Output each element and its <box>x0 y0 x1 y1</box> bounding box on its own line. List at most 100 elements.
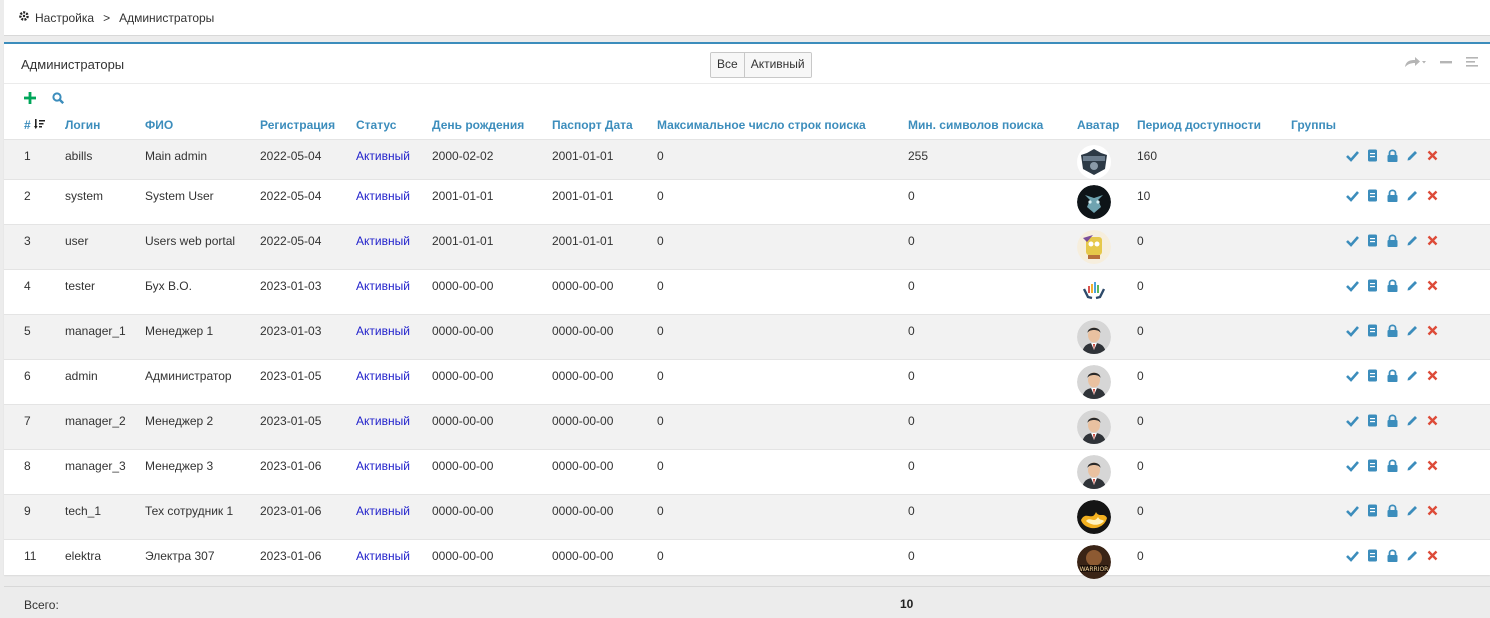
check-icon[interactable] <box>1346 414 1359 427</box>
sort-desc-icon[interactable] <box>34 118 46 132</box>
lock-icon[interactable] <box>1386 278 1399 292</box>
document-icon[interactable] <box>1366 549 1379 562</box>
pencil-icon[interactable] <box>1406 279 1419 292</box>
status-link[interactable]: Активный <box>356 279 410 293</box>
delete-icon[interactable] <box>1426 324 1439 337</box>
status-link[interactable]: Активный <box>356 324 410 338</box>
status-link[interactable]: Активный <box>356 459 410 473</box>
lock-icon[interactable] <box>1386 458 1399 472</box>
check-icon[interactable] <box>1346 459 1359 472</box>
delete-icon[interactable] <box>1426 369 1439 382</box>
hands-avatar <box>1077 274 1111 309</box>
lock-icon[interactable] <box>1386 503 1399 517</box>
column-login[interactable]: Логин <box>65 112 145 139</box>
column-fio[interactable]: ФИО <box>145 112 260 139</box>
pencil-icon[interactable] <box>1406 549 1419 562</box>
status-link[interactable]: Активный <box>356 504 410 518</box>
document-icon[interactable] <box>1366 459 1379 472</box>
pencil-icon[interactable] <box>1406 234 1419 247</box>
document-icon[interactable] <box>1366 369 1379 382</box>
delete-icon[interactable] <box>1426 189 1439 202</box>
share-icon[interactable] <box>1404 56 1426 68</box>
cell-registration: 2022-05-04 <box>260 188 322 203</box>
search-icon[interactable] <box>52 92 65 107</box>
man-avatar <box>1077 319 1111 354</box>
column-id[interactable]: # <box>4 112 65 139</box>
column-groups[interactable]: Группы <box>1291 112 1346 139</box>
pencil-icon[interactable] <box>1406 324 1419 337</box>
column-avatar[interactable]: Аватар <box>1077 112 1137 139</box>
cell-birthday: 2000-02-02 <box>432 139 552 179</box>
gear-icon <box>18 10 30 25</box>
menu-icon[interactable] <box>1466 56 1478 68</box>
status-link[interactable]: Активный <box>356 189 410 203</box>
check-icon[interactable] <box>1346 504 1359 517</box>
lock-icon[interactable] <box>1386 548 1399 562</box>
lock-icon[interactable] <box>1386 233 1399 247</box>
cell-max-rows: 0 <box>657 368 664 383</box>
check-icon[interactable] <box>1346 189 1359 202</box>
pencil-icon[interactable] <box>1406 149 1419 162</box>
add-icon[interactable] <box>24 92 36 107</box>
check-icon[interactable] <box>1346 549 1359 562</box>
delete-icon[interactable] <box>1426 149 1439 162</box>
lock-icon[interactable] <box>1386 413 1399 427</box>
pencil-icon[interactable] <box>1406 369 1419 382</box>
check-icon[interactable] <box>1346 324 1359 337</box>
cell-id: 6 <box>24 368 31 383</box>
cell-passport-date: 0000-00-00 <box>552 278 614 293</box>
total-value: 10 <box>900 597 914 611</box>
pencil-icon[interactable] <box>1406 504 1419 517</box>
check-icon[interactable] <box>1346 369 1359 382</box>
pencil-icon[interactable] <box>1406 189 1419 202</box>
delete-icon[interactable] <box>1426 549 1439 562</box>
lock-icon[interactable] <box>1386 323 1399 337</box>
cell-min-chars: 0 <box>908 188 915 203</box>
document-icon[interactable] <box>1366 504 1379 517</box>
table-row: 3 user Users web portal 2022-05-04 Активный 2… <box>4 224 1490 269</box>
column-max-rows[interactable]: Максимальное число строк поиска <box>657 112 908 139</box>
document-icon[interactable] <box>1366 149 1379 162</box>
column-passport-date[interactable]: Паспорт Дата <box>552 112 657 139</box>
status-link[interactable]: Активный <box>356 149 410 163</box>
fire-avatar <box>1077 499 1111 534</box>
column-period[interactable]: Период доступности <box>1137 112 1291 139</box>
lock-icon[interactable] <box>1386 368 1399 382</box>
delete-icon[interactable] <box>1426 414 1439 427</box>
status-link[interactable]: Активный <box>356 549 410 563</box>
column-min-chars[interactable]: Мин. символов поиска <box>908 112 1077 139</box>
filter-all-button[interactable]: Все <box>711 53 745 77</box>
delete-icon[interactable] <box>1426 504 1439 517</box>
cell-birthday: 0000-00-00 <box>432 278 494 293</box>
document-icon[interactable] <box>1366 234 1379 247</box>
check-icon[interactable] <box>1346 234 1359 247</box>
status-link[interactable]: Активный <box>356 369 410 383</box>
check-icon[interactable] <box>1346 279 1359 292</box>
cell-period: 160 <box>1137 139 1291 179</box>
pencil-icon[interactable] <box>1406 459 1419 472</box>
column-status[interactable]: Статус <box>356 112 432 139</box>
lock-icon[interactable] <box>1386 148 1399 162</box>
delete-icon[interactable] <box>1426 279 1439 292</box>
breadcrumb-root[interactable]: Настройка <box>35 11 94 25</box>
status-link[interactable]: Активный <box>356 414 410 428</box>
document-icon[interactable] <box>1366 414 1379 427</box>
delete-icon[interactable] <box>1426 459 1439 472</box>
column-birthday[interactable]: День рождения <box>432 112 552 139</box>
lock-icon[interactable] <box>1386 188 1399 202</box>
cell-min-chars: 255 <box>908 139 1077 179</box>
delete-icon[interactable] <box>1426 234 1439 247</box>
document-icon[interactable] <box>1366 324 1379 337</box>
pencil-icon[interactable] <box>1406 414 1419 427</box>
row-actions <box>1346 548 1490 562</box>
admins-card: Администраторы Все Активный # Логин ФИО … <box>4 42 1490 579</box>
cell-login: abills <box>65 139 145 179</box>
document-icon[interactable] <box>1366 189 1379 202</box>
check-icon[interactable] <box>1346 149 1359 162</box>
column-registration[interactable]: Регистрация <box>260 112 356 139</box>
cell-period: 0 <box>1137 404 1291 449</box>
filter-active-button[interactable]: Активный <box>744 53 811 77</box>
status-link[interactable]: Активный <box>356 234 410 248</box>
collapse-icon[interactable] <box>1440 56 1452 68</box>
document-icon[interactable] <box>1366 279 1379 292</box>
